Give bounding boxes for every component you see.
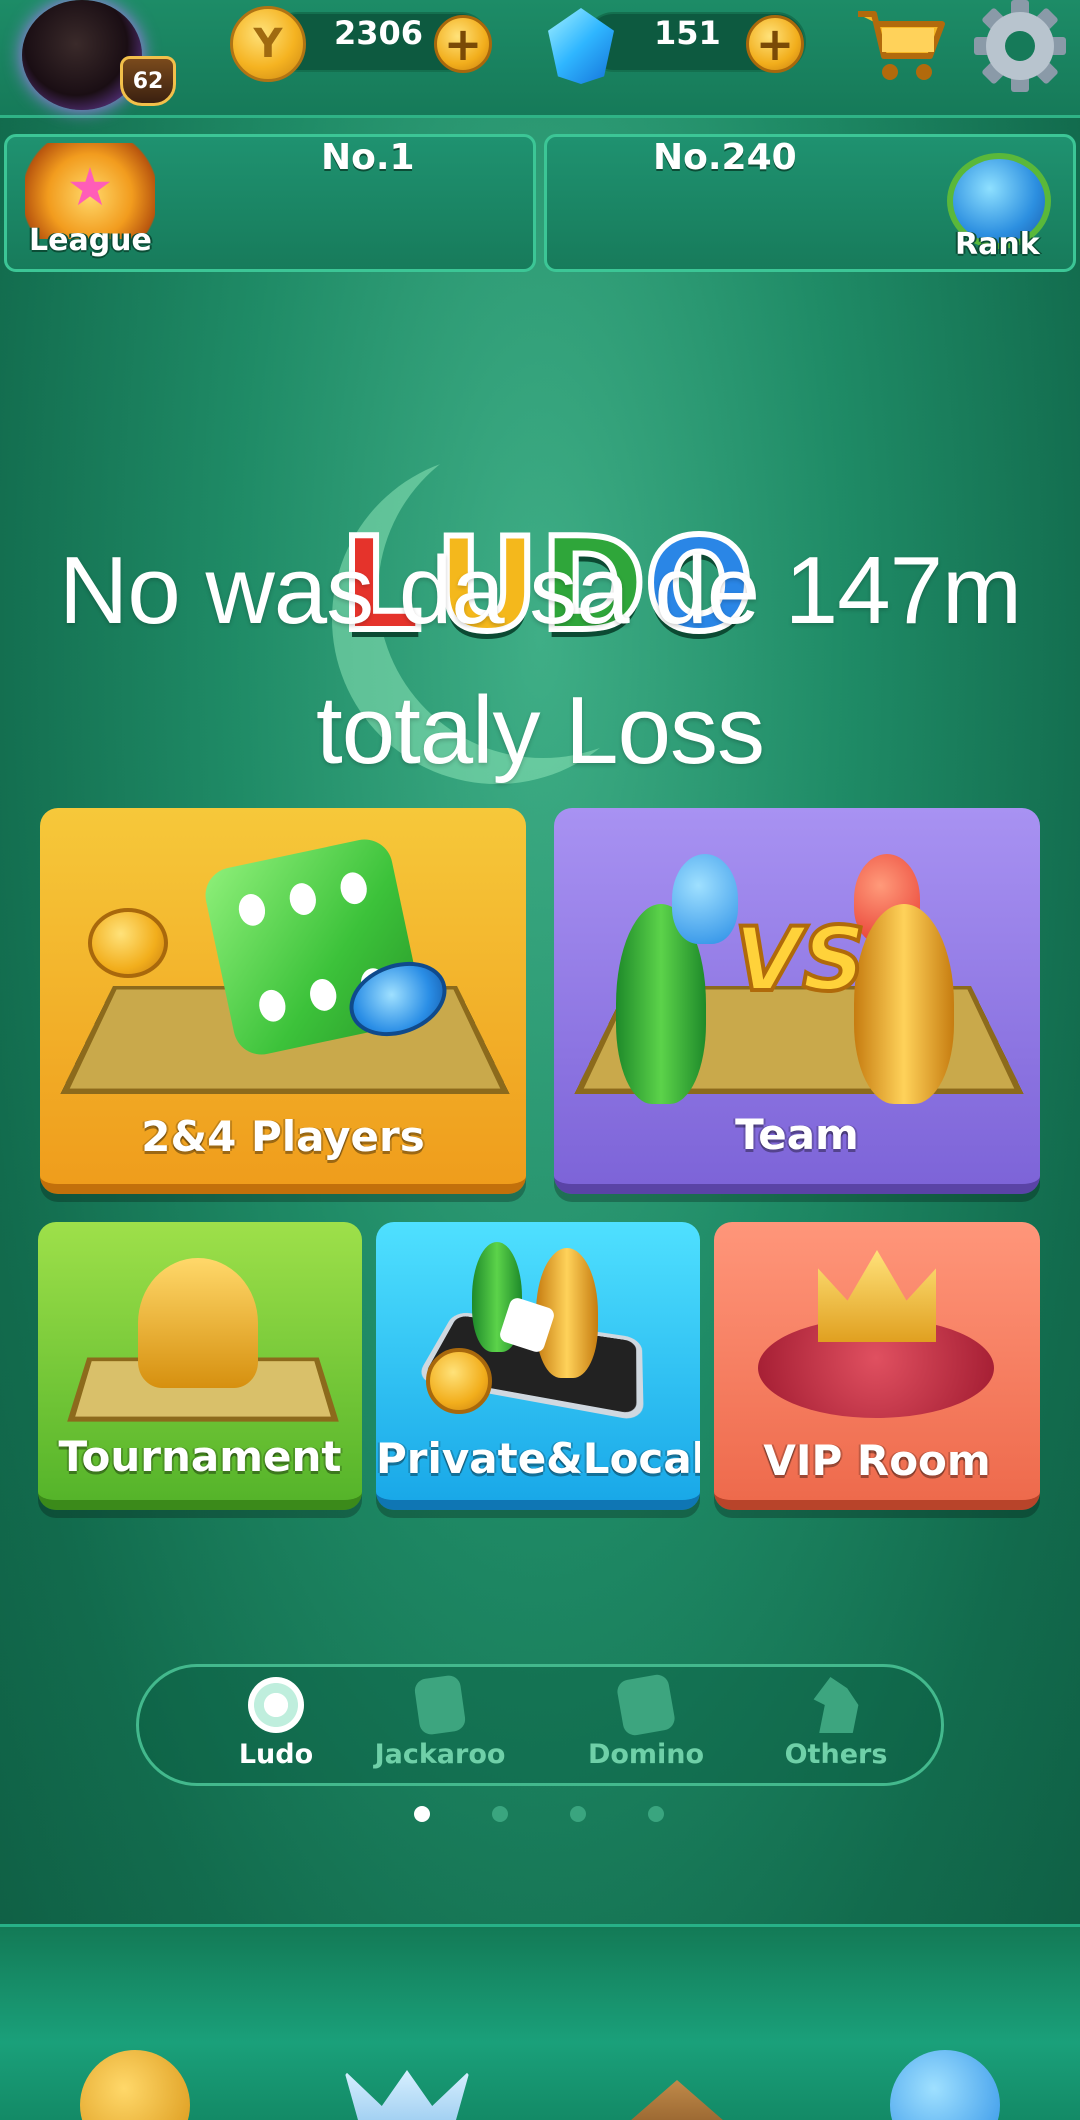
- gem-count: 151: [654, 14, 721, 52]
- tab-others-label: Others: [784, 1739, 888, 1770]
- league-position: No.1: [321, 137, 415, 178]
- caption-line-1: No was da sa de 147m: [59, 537, 1022, 644]
- team-card[interactable]: VS Team: [554, 808, 1040, 1194]
- nav-friends-icon[interactable]: [80, 2050, 190, 2120]
- page-dot[interactable]: [570, 1806, 586, 1822]
- crown-icon: [818, 1250, 936, 1342]
- vip-room-label: VIP Room: [763, 1436, 991, 1485]
- coin-token-icon: [426, 1348, 492, 1414]
- coin-count: 2306: [334, 14, 424, 52]
- shop-cart-icon[interactable]: [852, 0, 952, 90]
- tab-domino[interactable]: Domino: [561, 1672, 731, 1781]
- page-dot-active[interactable]: [414, 1806, 430, 1822]
- settings-gear-icon[interactable]: [964, 0, 1074, 92]
- tab-jackaroo-label: Jackaroo: [374, 1739, 506, 1770]
- nav-house-icon[interactable]: [622, 2080, 732, 2120]
- golden-trophy-icon: [138, 1258, 258, 1388]
- two-four-players-card[interactable]: 2&4 Players: [40, 808, 526, 1194]
- private-local-label: Private&Local: [376, 1434, 700, 1483]
- rank-panel[interactable]: No.240 Rank: [544, 134, 1076, 272]
- rank-position: No.240: [653, 137, 797, 178]
- yellow-pawn-icon: [854, 904, 954, 1104]
- private-local-card[interactable]: Private&Local: [376, 1222, 700, 1510]
- tab-jackaroo[interactable]: Jackaroo: [355, 1674, 525, 1781]
- domino-icon: [615, 1672, 677, 1738]
- tab-domino-label: Domino: [587, 1739, 705, 1770]
- rank-label: Rank: [955, 227, 1040, 262]
- blue-pawn-icon: [672, 854, 738, 944]
- level-badge: 62: [120, 56, 176, 106]
- game-category-tabs: Ludo Jackaroo Domino Others: [136, 1664, 944, 1786]
- add-gems-button[interactable]: +: [746, 15, 804, 73]
- coin-icon: Y: [230, 6, 306, 82]
- league-label: League: [29, 223, 152, 258]
- page-dot[interactable]: [492, 1806, 508, 1822]
- tab-ludo-label: Ludo: [238, 1739, 314, 1770]
- nav-profile-icon[interactable]: [890, 2050, 1000, 2120]
- tab-others[interactable]: Others: [751, 1677, 921, 1781]
- cards-icon: [413, 1674, 467, 1736]
- nav-home-icon[interactable]: [344, 2070, 470, 2120]
- page-dot[interactable]: [648, 1806, 664, 1822]
- ludo-token-icon: [248, 1677, 304, 1733]
- add-coins-button[interactable]: +: [434, 15, 492, 73]
- tournament-label: Tournament: [58, 1432, 342, 1481]
- horse-icon: [813, 1677, 859, 1733]
- bottom-navigation-bar: [0, 1924, 1080, 2120]
- tournament-card[interactable]: Tournament: [38, 1222, 362, 1510]
- team-label: Team: [735, 1110, 859, 1159]
- league-panel[interactable]: League No.1: [4, 134, 536, 272]
- top-bar: 62 2306 Y + 151 +: [0, 0, 1080, 118]
- tab-ludo[interactable]: Ludo: [191, 1677, 361, 1781]
- vip-room-card[interactable]: VIP Room: [714, 1222, 1040, 1510]
- caption-line-2: totaly Loss: [316, 677, 765, 784]
- vs-badge: VS: [732, 906, 867, 1013]
- coin-token-icon: [88, 908, 168, 978]
- two-four-players-label: 2&4 Players: [141, 1112, 425, 1161]
